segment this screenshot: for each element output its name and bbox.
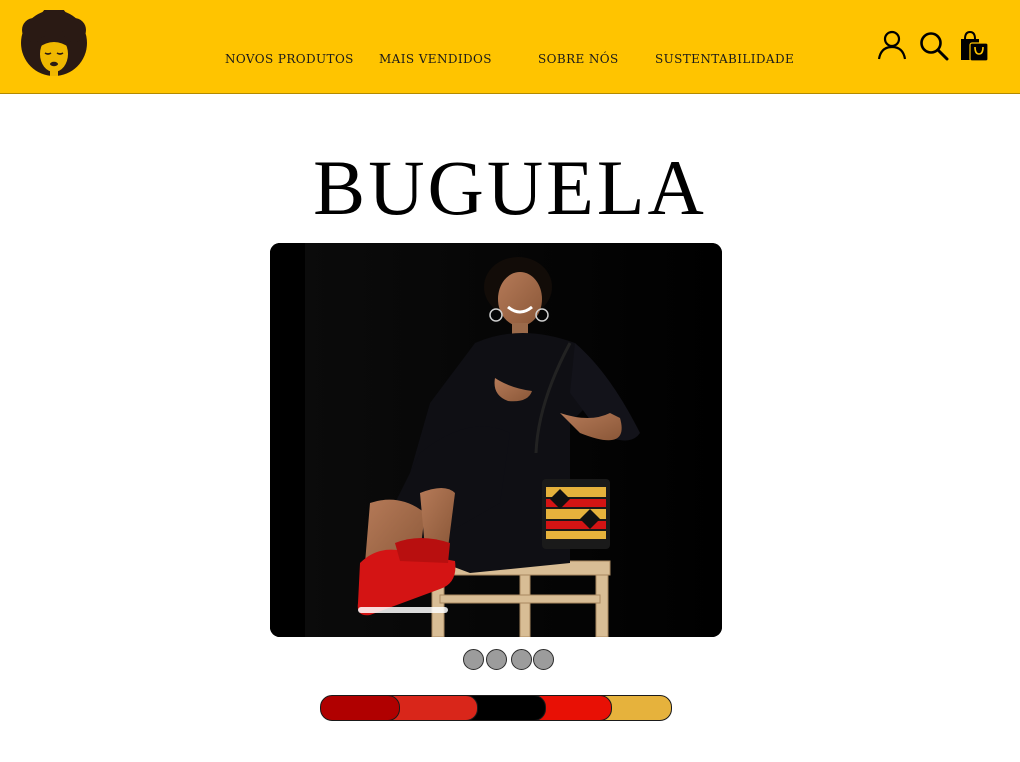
shopping-bag-icon[interactable] bbox=[960, 30, 990, 62]
user-icon[interactable] bbox=[877, 30, 907, 60]
search-icon[interactable] bbox=[919, 31, 949, 61]
carousel-dot-3[interactable] bbox=[511, 649, 532, 670]
color-swatches bbox=[320, 695, 672, 721]
carousel-dot-4[interactable] bbox=[533, 649, 554, 670]
swatch-dark-red[interactable] bbox=[320, 695, 400, 721]
nav-mais-vendidos[interactable]: MAIS VENDIDOS bbox=[379, 52, 492, 66]
carousel-dots bbox=[462, 649, 558, 671]
nav-novos-produtos[interactable]: NOVOS PRODUTOS bbox=[225, 52, 354, 66]
carousel-dot-1[interactable] bbox=[463, 649, 484, 670]
site-header: NOVOS PRODUTOS MAIS VENDIDOS SOBRE NÓS S… bbox=[0, 0, 1020, 94]
nav-sustentabilidade[interactable]: SUSTENTABILIDADE bbox=[655, 52, 794, 66]
product-title: BUGUELA bbox=[313, 144, 707, 231]
hero-image[interactable] bbox=[270, 243, 722, 637]
main-nav: NOVOS PRODUTOS MAIS VENDIDOS SOBRE NÓS S… bbox=[0, 52, 1020, 70]
carousel-dot-2[interactable] bbox=[486, 649, 507, 670]
nav-sobre-nos[interactable]: SOBRE NÓS bbox=[538, 52, 619, 66]
